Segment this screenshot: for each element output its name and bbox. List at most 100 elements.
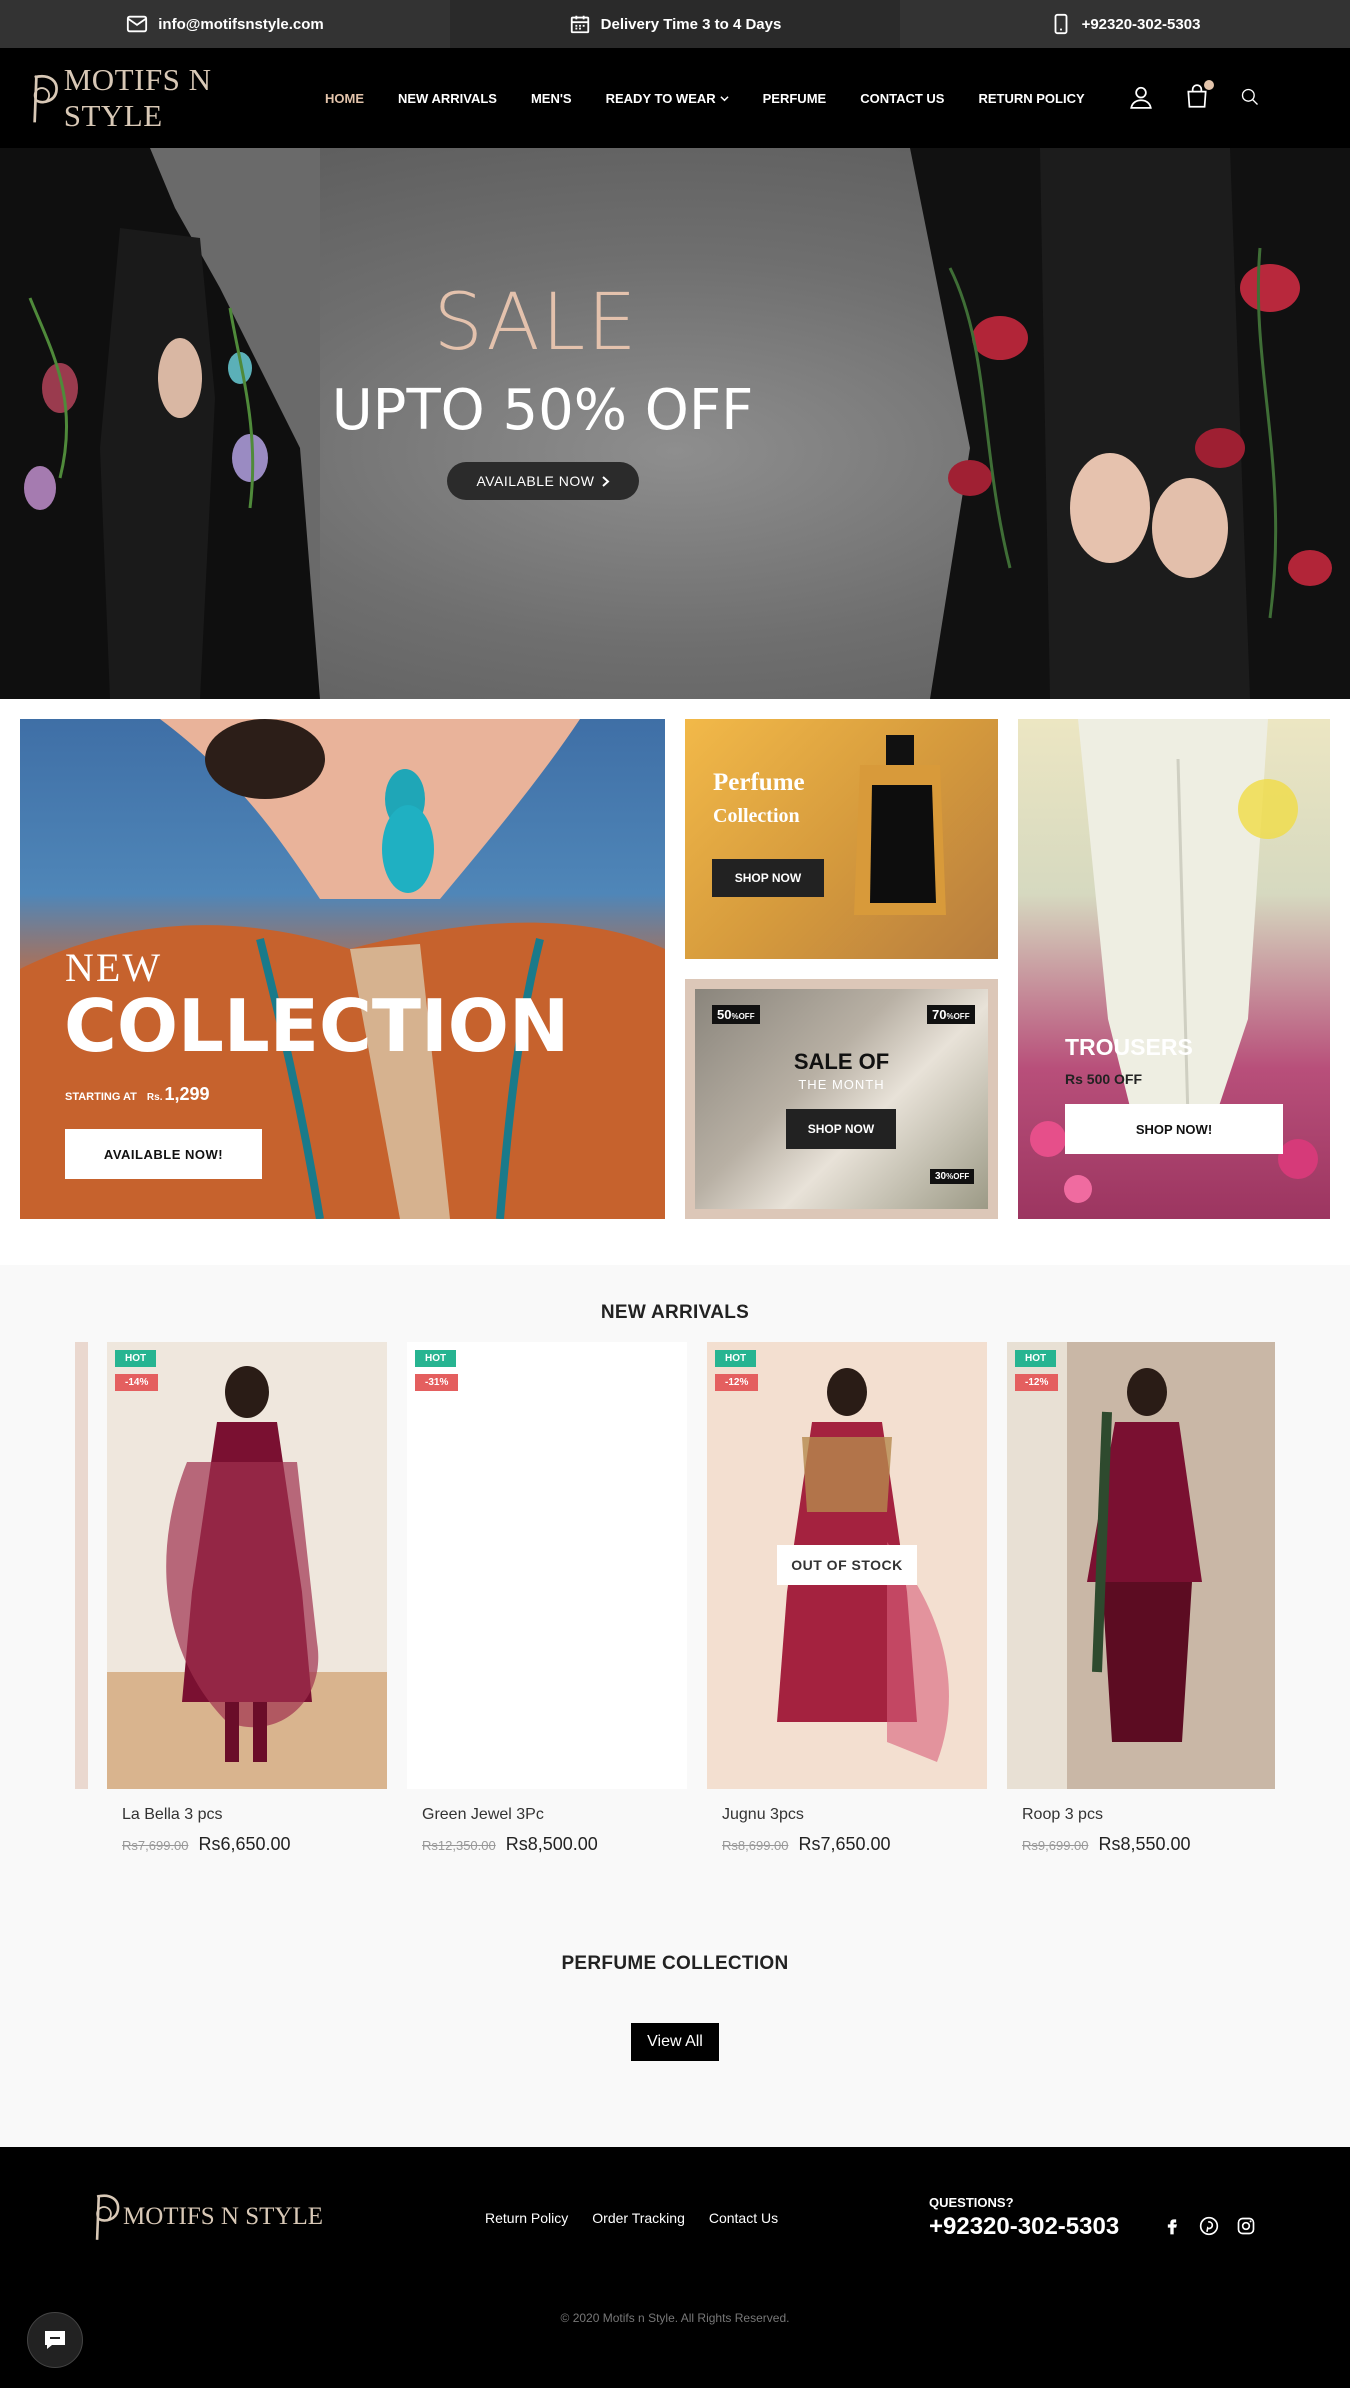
- tag-50-value: 50: [717, 1007, 732, 1022]
- view-all-button[interactable]: View All: [631, 2023, 719, 2061]
- product-name[interactable]: Jugnu 3pcs: [722, 1806, 987, 1824]
- hero-offer-text: UPTO 50% OFF: [331, 378, 754, 443]
- product-photo-roop: [1007, 1342, 1275, 1789]
- new-collection-banner[interactable]: NEW COLLECTION STARTING AT Rs. 1,299 AVA…: [20, 719, 665, 1219]
- product-carousel: HOT -14% La Bella 3 pcs Rs7,699.00 Rs6,6…: [75, 1342, 1275, 1854]
- tag-70-unit: %OFF: [946, 1012, 970, 1021]
- email-info[interactable]: info@motifsnstyle.com: [0, 0, 450, 48]
- site-header: MOTIFS N STYLE HOME NEW ARRIVALS MEN'S R…: [0, 48, 1350, 148]
- sale-price: Rs7,650.00: [798, 1834, 891, 1854]
- new-arrivals-section: NEW ARRIVALS HOT -14% La Bella 3 pcs Rs7: [0, 1265, 1350, 2147]
- nav-mens[interactable]: MEN'S: [514, 91, 589, 106]
- questions-label: QUESTIONS?: [929, 2195, 1014, 2210]
- nav-home[interactable]: HOME: [308, 91, 381, 106]
- phone-text: +92320-302-5303: [1081, 15, 1201, 33]
- nav-home-label: HOME: [325, 90, 364, 106]
- discount-tag-70: 70%OFF: [927, 1005, 975, 1024]
- social-links: [1162, 2216, 1256, 2236]
- old-price: Rs9,699.00: [1022, 1838, 1089, 1853]
- logo-mark-icon: [33, 75, 58, 123]
- main-nav: HOME NEW ARRIVALS MEN'S READY TO WEAR PE…: [308, 91, 1102, 106]
- sale-shop-now-button[interactable]: SHOP NOW: [786, 1109, 896, 1149]
- product-image[interactable]: HOT -31%: [407, 1342, 687, 1789]
- nav-ready-to-wear-label: READY TO WEAR: [605, 90, 716, 106]
- nav-ready-to-wear[interactable]: READY TO WEAR: [589, 91, 746, 106]
- instagram-icon[interactable]: [1236, 2216, 1256, 2236]
- site-footer: MOTIFS N STYLE Return Policy Order Track…: [0, 2147, 1350, 2388]
- copyright-text: © 2020 Motifs n Style. All Rights Reserv…: [560, 2311, 790, 2325]
- chat-widget-button[interactable]: [27, 2312, 83, 2368]
- footer-link-return-policy[interactable]: Return Policy: [485, 2210, 568, 2226]
- product-image[interactable]: HOT -12% OUT OF STOCK: [707, 1342, 987, 1789]
- facebook-icon[interactable]: [1162, 2216, 1182, 2236]
- search-icon[interactable]: [1240, 87, 1260, 107]
- starting-currency: Rs.: [146, 1092, 163, 1103]
- footer-logo[interactable]: MOTIFS N STYLE: [85, 2189, 323, 2244]
- sale-price: Rs6,650.00: [198, 1834, 291, 1854]
- sale-of-month-banner[interactable]: 50%OFF 70%OFF 30%OFF SALE OF THE MONTH S…: [685, 979, 998, 1219]
- perfume-title: Perfume: [713, 769, 805, 796]
- trousers-title: TROUSERS: [1065, 1034, 1193, 1060]
- top-info-bar: info@motifsnstyle.com Delivery Time 3 to…: [0, 0, 1350, 48]
- hot-badge: HOT: [115, 1350, 157, 1367]
- nav-perfume-label: PERFUME: [762, 90, 827, 106]
- product-image[interactable]: HOT -14%: [107, 1342, 387, 1789]
- delivery-text: Delivery Time 3 to 4 Days: [600, 15, 782, 33]
- starting-at-label: STARTING AT: [65, 1091, 137, 1103]
- cart-count-badge: [1204, 80, 1214, 90]
- hot-badge: HOT: [715, 1350, 757, 1367]
- product-prices: Rs8,699.00 Rs7,650.00: [722, 1834, 987, 1855]
- nav-perfume[interactable]: PERFUME: [746, 91, 844, 106]
- email-text: info@motifsnstyle.com: [158, 15, 324, 33]
- product-card[interactable]: HOT -31% Green Jewel 3Pc Rs12,350.00 Rs8…: [407, 1342, 687, 1855]
- sale-title: SALE OF: [793, 1049, 890, 1074]
- pinterest-icon[interactable]: [1199, 2216, 1219, 2236]
- product-name[interactable]: Green Jewel 3Pc: [422, 1806, 687, 1824]
- perfume-shop-now-button[interactable]: SHOP NOW: [712, 859, 824, 897]
- perfume-collection-title: PERFUME COLLECTION: [561, 1953, 789, 1974]
- previous-product-peek[interactable]: [75, 1342, 88, 1789]
- nav-contact-us-label: CONTACT US: [860, 90, 945, 106]
- footer-link-contact-us[interactable]: Contact Us: [709, 2210, 778, 2226]
- new-collection-button[interactable]: AVAILABLE NOW!: [65, 1129, 262, 1179]
- phone-icon: [1054, 13, 1067, 35]
- perfume-banner[interactable]: Perfume Collection SHOP NOW: [685, 719, 998, 959]
- hero-banner[interactable]: SALE UPTO 50% OFF AVAILABLE NOW: [0, 148, 1350, 699]
- hero-available-now-button[interactable]: AVAILABLE NOW: [447, 462, 639, 500]
- product-image[interactable]: HOT -12%: [1007, 1342, 1275, 1789]
- nav-return-policy[interactable]: RETURN POLICY: [961, 91, 1101, 106]
- nav-new-arrivals-label: NEW ARRIVALS: [398, 90, 497, 106]
- footer-link-order-tracking[interactable]: Order Tracking: [592, 2210, 685, 2226]
- user-icon[interactable]: [1128, 84, 1154, 110]
- nav-new-arrivals[interactable]: NEW ARRIVALS: [381, 91, 514, 106]
- product-card[interactable]: HOT -12% OUT OF STOCK Jugnu 3pcs Rs8,699…: [707, 1342, 987, 1855]
- tag-30-unit: %OFF: [946, 1172, 970, 1181]
- product-name[interactable]: Roop 3 pcs: [1022, 1806, 1275, 1824]
- product-card[interactable]: HOT -14% La Bella 3 pcs Rs7,699.00 Rs6,6…: [107, 1342, 387, 1855]
- new-arrivals-title: NEW ARRIVALS: [600, 1302, 750, 1323]
- trousers-shop-now-button[interactable]: SHOP NOW!: [1065, 1104, 1283, 1154]
- delivery-info: Delivery Time 3 to 4 Days: [450, 0, 900, 48]
- product-prices: Rs9,699.00 Rs8,550.00: [1022, 1834, 1275, 1855]
- product-card[interactable]: HOT -12% Roop 3 pcs Rs9,699.00 Rs8,550.0…: [1007, 1342, 1275, 1855]
- cart-button[interactable]: [1184, 80, 1214, 110]
- discount-tag-30: 30%OFF: [930, 1169, 975, 1184]
- footer-logo-text: MOTIFS N STYLE: [123, 2202, 324, 2230]
- product-photo-la-bella: [107, 1342, 387, 1789]
- phone-info[interactable]: +92320-302-5303: [900, 0, 1350, 48]
- trousers-subtitle: Rs 500 OFF: [1065, 1071, 1143, 1087]
- footer-phone[interactable]: +92320-302-5303: [929, 2213, 1119, 2241]
- out-of-stock-label: OUT OF STOCK: [777, 1545, 917, 1585]
- product-name[interactable]: La Bella 3 pcs: [122, 1806, 387, 1824]
- site-logo[interactable]: MOTIFS N STYLE: [22, 62, 294, 134]
- discount-badge: -12%: [1015, 1374, 1059, 1391]
- nav-contact-us[interactable]: CONTACT US: [843, 91, 961, 106]
- calendar-icon: [570, 15, 589, 34]
- product-prices: Rs12,350.00 Rs8,500.00: [422, 1834, 687, 1855]
- hero-sale-text: SALE: [433, 278, 639, 368]
- collection-label: COLLECTION: [64, 984, 570, 1068]
- hero-button-label: AVAILABLE NOW: [476, 473, 595, 489]
- chat-icon: [45, 2331, 65, 2349]
- hot-badge: HOT: [415, 1350, 457, 1367]
- trousers-banner[interactable]: TROUSERS Rs 500 OFF SHOP NOW!: [1018, 719, 1330, 1219]
